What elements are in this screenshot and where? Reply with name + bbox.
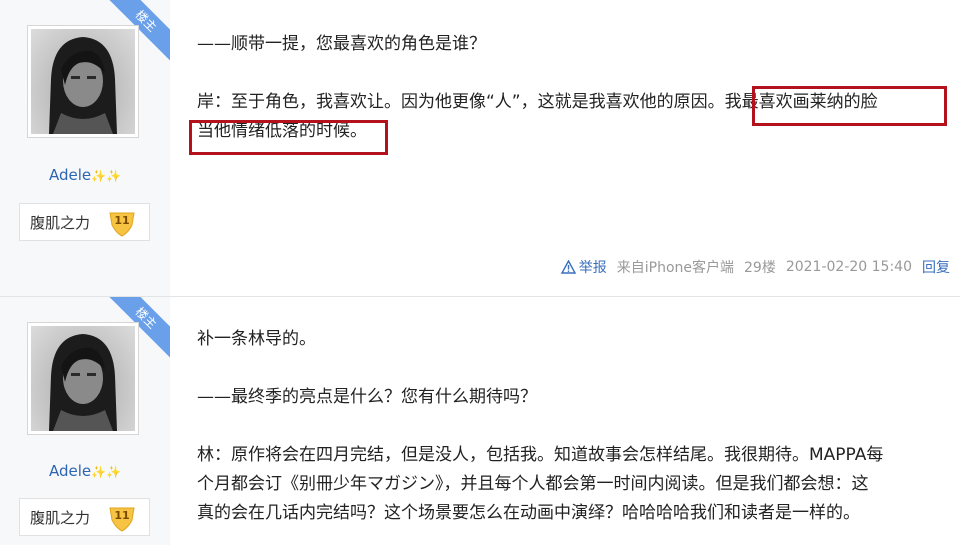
username[interactable]: Adele✨✨ <box>0 166 170 184</box>
avatar-image <box>31 29 135 134</box>
content-line: ——最终季的亮点是什么？您有什么期待吗？ <box>197 387 537 407</box>
source-client: 来自iPhone客户端 <box>616 260 734 276</box>
content-line: 个月都会订《别冊少年マガジン》，并且每个人都会第一时间内阅读。但是我们都会想：这 <box>197 474 869 494</box>
level-number: 11 <box>114 509 130 522</box>
content-line <box>197 59 942 88</box>
post-footer: 举报 来自iPhone客户端 29楼 2021-02-20 15:40 回复 <box>560 257 950 277</box>
post-datetime: 2021-02-20 15:40 <box>785 259 912 275</box>
report-label[interactable]: 举报 <box>579 257 607 277</box>
post-next: 楼主 Adele✨✨ 腹肌之力 11 补一条林导的。 ——最终季的亮点是什么？您… <box>0 297 960 545</box>
post-content: 补一条林导的。 ——最终季的亮点是什么？您有什么期待吗？ 林：原作将会在四月完结… <box>197 325 942 528</box>
floor-number: 29楼 <box>744 260 776 276</box>
warning-icon <box>560 260 576 274</box>
avatar-image <box>31 326 135 431</box>
badge-name: 腹肌之力 <box>30 214 91 232</box>
content-line: 真的会在几话内完结吗？这个场景要怎么在动画中演绎？哈哈哈哈我们和读者是一样的。 <box>197 503 860 523</box>
report-link[interactable]: 举报 <box>560 257 607 277</box>
avatar[interactable] <box>27 322 139 435</box>
avatar[interactable] <box>27 25 139 138</box>
content-line: 补一条林导的。 <box>197 329 316 349</box>
level-badge: 11 <box>108 504 136 532</box>
sparkle-icon: ✨✨ <box>91 169 122 183</box>
author-sidebar: 楼主 Adele✨✨ 腹肌之力 11 <box>0 0 170 296</box>
level-number: 11 <box>114 214 130 227</box>
post-content: ——顺带一提，您最喜欢的角色是谁？ 岸：至于角色，我喜欢让。因为他更像“人”，这… <box>197 30 942 146</box>
content-line <box>197 412 942 441</box>
sparkle-icon: ✨✨ <box>91 465 122 479</box>
level-badge: 11 <box>108 209 136 237</box>
username[interactable]: Adele✨✨ <box>0 462 170 480</box>
username-text[interactable]: Adele <box>49 462 91 480</box>
content-line: 岸：至于角色，我喜欢让。因为他更像“人”，这就是我喜欢他的原因。我最喜欢画莱纳的… <box>197 92 878 112</box>
content-line: ——顺带一提，您最喜欢的角色是谁？ <box>197 34 486 54</box>
badge-name: 腹肌之力 <box>30 509 91 527</box>
post-floor-29: 楼主 Adele✨✨ 腹肌之力 11 ——顺带一提，您最喜欢的角色是谁？ 岸：至… <box>0 0 960 296</box>
content-line: 当他情绪低落的时候。 <box>197 121 367 141</box>
reply-button[interactable]: 回复 <box>922 257 950 277</box>
username-text[interactable]: Adele <box>49 166 91 184</box>
member-badge[interactable]: 腹肌之力 11 <box>19 203 150 241</box>
content-line <box>197 354 942 383</box>
author-sidebar: 楼主 Adele✨✨ 腹肌之力 11 <box>0 297 170 545</box>
member-badge[interactable]: 腹肌之力 11 <box>19 498 150 536</box>
content-line: 林：原作将会在四月完结，但是没人，包括我。知道故事会怎样结尾。我很期待。MAPP… <box>197 445 884 465</box>
